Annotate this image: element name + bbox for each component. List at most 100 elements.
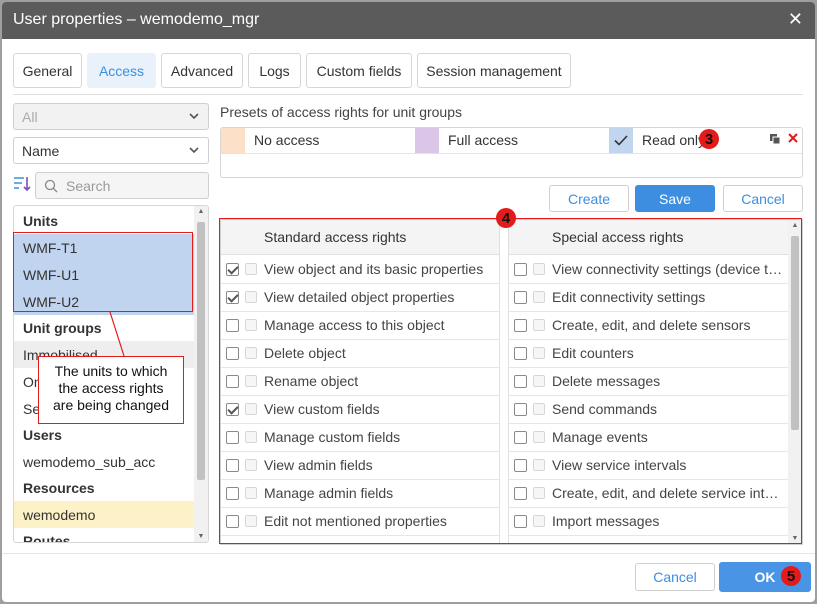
preset-read-only[interactable]: Read only	[609, 128, 749, 153]
annotation-marker: 4	[496, 208, 516, 228]
access-right-row: Edit not mentioned properties	[221, 508, 499, 536]
access-right-row: View admin fields	[221, 452, 499, 480]
inherited-right-checkbox	[245, 459, 257, 471]
filter-select[interactable]: All	[13, 103, 209, 130]
access-right-checkbox[interactable]	[514, 375, 527, 388]
inherited-right-checkbox	[245, 263, 257, 275]
access-right-label: Edit connectivity settings	[552, 289, 706, 305]
tab-custom-fields[interactable]: Custom fields	[306, 53, 412, 88]
access-right-checkbox[interactable]	[514, 459, 527, 472]
close-icon[interactable]: ✕	[788, 9, 803, 30]
callout-line: the access rights	[58, 380, 164, 396]
access-right-label: Send commands	[552, 401, 658, 417]
preset-color-swatch	[415, 128, 439, 153]
search-field[interactable]	[35, 172, 209, 199]
access-right-label: Manage admin fields	[264, 485, 394, 501]
tab-logs[interactable]: Logs	[248, 53, 301, 88]
access-right-checkbox[interactable]	[226, 459, 239, 472]
scrollbar-thumb[interactable]	[197, 222, 205, 480]
access-right-checkbox[interactable]	[226, 431, 239, 444]
tab-advanced[interactable]: Advanced	[161, 53, 243, 88]
access-right-row: Delete messages	[509, 368, 789, 396]
preset-color-swatch	[221, 128, 245, 153]
access-right-row: Create, edit, and delete service interv…	[509, 480, 789, 508]
access-right-checkbox[interactable]	[226, 375, 239, 388]
access-right-label: Manage access to this object	[264, 317, 445, 333]
access-right-checkbox[interactable]	[514, 431, 527, 444]
list-header-units: Units	[23, 212, 58, 229]
search-input[interactable]	[64, 176, 204, 196]
access-right-label: Delete object	[264, 345, 346, 361]
copy-icon[interactable]	[769, 133, 781, 148]
inherited-right-checkbox	[533, 319, 545, 331]
preset-no-access[interactable]: No access	[221, 128, 415, 153]
callout-line: are being changed	[53, 397, 169, 413]
scrollbar-thumb[interactable]	[791, 236, 799, 430]
preset-full-access[interactable]: Full access	[415, 128, 609, 153]
sort-order-icon[interactable]	[13, 174, 31, 194]
sort-select[interactable]: Name	[13, 137, 209, 164]
access-right-checkbox[interactable]	[226, 403, 239, 416]
annotation-marker: 5	[781, 566, 801, 586]
access-right-checkbox[interactable]	[514, 347, 527, 360]
user-properties-dialog: User properties – wemodemo_mgr ✕ General…	[2, 2, 815, 602]
save-button[interactable]: Save	[635, 185, 715, 212]
access-right-label: View custom fields	[264, 401, 380, 417]
rights-scrollbar[interactable]: ▲ ▼	[788, 220, 802, 544]
tab-session-management[interactable]: Session management	[417, 53, 571, 88]
create-button[interactable]: Create	[549, 185, 629, 212]
access-right-checkbox[interactable]	[226, 347, 239, 360]
access-right-checkbox[interactable]	[514, 263, 527, 276]
access-right-checkbox[interactable]	[514, 291, 527, 304]
access-right-checkbox[interactable]	[226, 263, 239, 276]
tab-general[interactable]: General	[13, 53, 82, 88]
column-separator	[499, 220, 509, 544]
sort-select-value: Name	[22, 142, 60, 159]
footer-divider	[2, 553, 815, 554]
access-right-row: Manage admin fields	[221, 480, 499, 508]
scroll-up-icon[interactable]: ▲	[194, 208, 208, 215]
presets-label: Presets of access rights for unit groups	[220, 104, 462, 120]
dialog-title: User properties – wemodemo_mgr	[13, 11, 260, 28]
check-icon	[614, 135, 628, 146]
chevron-down-icon	[188, 144, 200, 159]
access-right-row: Manage events	[509, 424, 789, 452]
list-item-resource[interactable]: wemodemo	[14, 501, 194, 528]
scroll-down-icon[interactable]: ▼	[788, 535, 802, 542]
access-right-row: View detailed object properties	[221, 284, 499, 312]
access-right-checkbox[interactable]	[226, 515, 239, 528]
access-right-row: View service intervals	[509, 452, 789, 480]
list-item-unit[interactable]: WMF-T1	[14, 234, 194, 261]
access-right-row: View connectivity settings (device typ…	[509, 256, 789, 284]
inherited-right-checkbox	[533, 487, 545, 499]
access-right-checkbox[interactable]	[514, 515, 527, 528]
access-right-checkbox[interactable]	[514, 403, 527, 416]
preset-label: No access	[254, 132, 320, 148]
access-right-label: Create, edit, and delete sensors	[552, 317, 751, 333]
preset-label: Full access	[448, 132, 519, 148]
access-rights-table: Standard access rights View object and i…	[220, 219, 803, 545]
access-right-checkbox[interactable]	[226, 319, 239, 332]
list-item-unit[interactable]: WMF-U1	[14, 261, 194, 288]
tab-access[interactable]: Access	[87, 53, 156, 88]
list-scrollbar[interactable]: ▲ ▼	[194, 206, 208, 542]
inherited-right-checkbox	[533, 403, 545, 415]
delete-icon[interactable]	[787, 131, 799, 148]
scroll-up-icon[interactable]: ▲	[788, 222, 802, 229]
access-right-row: Send commands	[509, 396, 789, 424]
cancel-preset-button[interactable]: Cancel	[723, 185, 803, 212]
access-right-checkbox[interactable]	[514, 487, 527, 500]
inherited-right-checkbox	[533, 431, 545, 443]
presets-divider	[221, 153, 802, 154]
scroll-down-icon[interactable]: ▼	[194, 533, 208, 540]
list-item-user[interactable]: wemodemo_sub_acc	[14, 448, 194, 475]
cancel-button[interactable]: Cancel	[635, 563, 715, 591]
access-right-checkbox[interactable]	[514, 319, 527, 332]
access-right-label: View detailed object properties	[264, 289, 455, 305]
access-right-row: Manage access to this object	[221, 312, 499, 340]
chevron-down-icon	[188, 110, 200, 125]
inherited-right-checkbox	[533, 459, 545, 471]
standard-rights-title: Standard access rights	[264, 229, 407, 245]
access-right-checkbox[interactable]	[226, 291, 239, 304]
access-right-checkbox[interactable]	[226, 487, 239, 500]
